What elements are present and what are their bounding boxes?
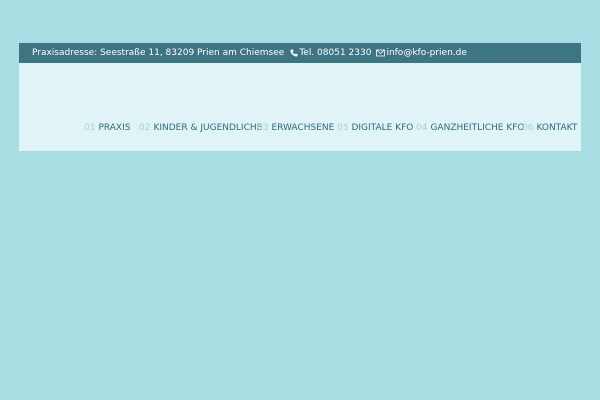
nav-item-label: GANZHEITLICHE KFO (430, 123, 525, 133)
nav-item-label: KONTAKT (536, 123, 578, 133)
nav-item-label: KINDER & JUGENDLICHE (153, 123, 263, 133)
nav-item-digitale-kfo[interactable]: 05 DIGITALE KFO (337, 123, 413, 133)
nav-item-number: 05 (337, 123, 349, 133)
nav-item-number: 04 (416, 123, 428, 133)
nav-item-erwachsene[interactable]: 03 ERWACHSENE (257, 123, 334, 133)
nav-item-number: 03 (257, 123, 269, 133)
nav-item-label: PRAXIS (98, 123, 131, 133)
nav-item-label: ERWACHSENE (271, 123, 335, 133)
nav-item-kontakt[interactable]: 06 KONTAKT (522, 123, 577, 133)
phone-icon (289, 49, 298, 58)
nav-item-kinder-jugendliche[interactable]: 02 KINDER & JUGENDLICHE (139, 123, 262, 133)
nav-item-number: 02 (139, 123, 151, 133)
nav-item-praxis[interactable]: 01 PRAXIS (84, 123, 130, 133)
nav-item-number: 06 (522, 123, 534, 133)
contact-bar: Praxisadresse: Seestraße 11, 83209 Prien… (19, 43, 581, 63)
nav-item-ganzheitliche-kfo[interactable]: 04 GANZHEITLICHE KFO (416, 123, 525, 133)
nav-item-number: 01 (84, 123, 96, 133)
mail-icon (376, 49, 386, 58)
practice-address: Praxisadresse: Seestraße 11, 83209 Prien… (32, 48, 285, 58)
nav-item-label: DIGITALE KFO (351, 123, 414, 133)
email-link[interactable]: info@kfo-prien.de (386, 43, 466, 63)
site-header: Praxisadresse: Seestraße 11, 83209 Prien… (19, 43, 581, 151)
phone-link[interactable]: Tel. 08051 2330 (299, 43, 371, 63)
